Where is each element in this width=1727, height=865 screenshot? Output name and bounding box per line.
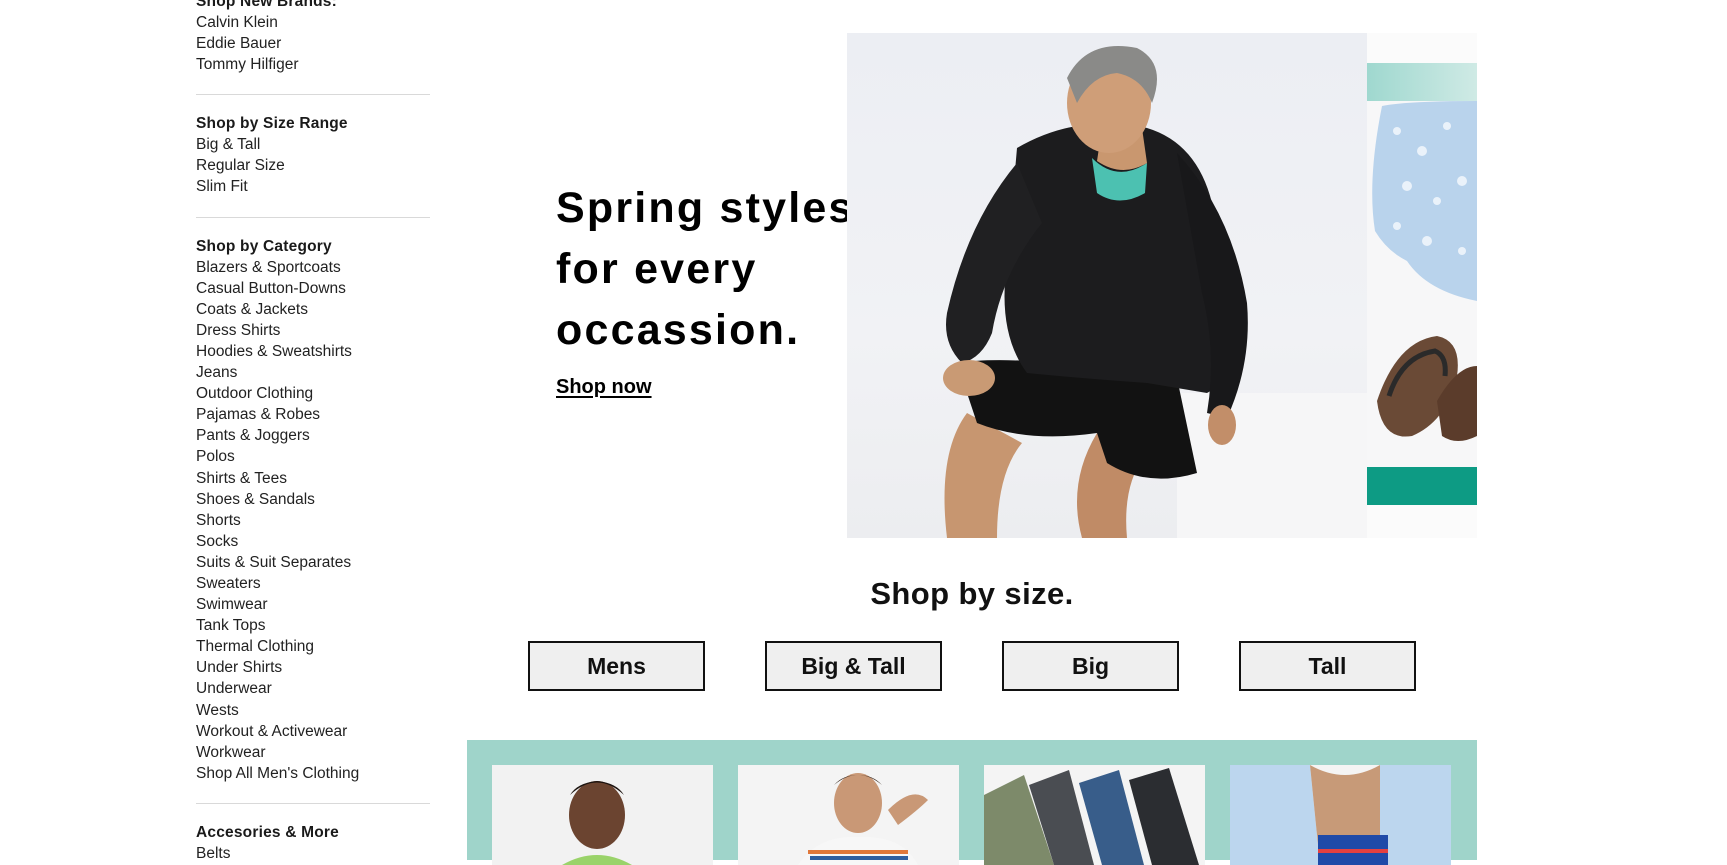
man-smiling-image: [492, 765, 713, 865]
shop-by-size-heading: Shop by size.: [870, 576, 1074, 611]
sidebar: Shop New Brands: Calvin Klein Eddie Baue…: [196, 0, 430, 864]
folded-shorts-image: [984, 765, 1205, 865]
sidebar-size-section: Shop by Size Range Big & Tall Regular Si…: [196, 113, 430, 197]
sidebar-category-link[interactable]: Under Shirts: [196, 657, 430, 678]
man-in-polo-image: [738, 765, 959, 865]
sidebar-size-heading: Shop by Size Range: [196, 115, 348, 133]
sidebar-category-section: Shop by Category Blazers & Sportcoats Cas…: [196, 236, 430, 784]
floral-shirt-illustration: [1372, 101, 1477, 441]
sidebar-link-regular-size[interactable]: Regular Size: [196, 155, 430, 176]
sidebar-category-link[interactable]: Socks: [196, 531, 430, 552]
hero-model-image[interactable]: [847, 33, 1367, 538]
sidebar-link-eddie-bauer[interactable]: Eddie Bauer: [196, 33, 430, 54]
hero-title: Spring styles for every occassion.: [556, 184, 855, 354]
floral-shirt-image: [1367, 101, 1477, 467]
sidebar-divider: [196, 94, 430, 96]
sidebar-category-link[interactable]: Dress Shirts: [196, 320, 430, 341]
sidebar-link-belts[interactable]: Belts: [196, 843, 430, 864]
sidebar-category-heading: Shop by Category: [196, 237, 332, 255]
category-tiles-band: [467, 740, 1477, 865]
hero-secondary-image[interactable]: [1367, 33, 1477, 538]
sidebar-category-link[interactable]: Shorts: [196, 510, 430, 531]
sidebar-category-link[interactable]: Thermal Clothing: [196, 636, 430, 657]
sidebar-category-link[interactable]: Shop All Men's Clothing: [196, 763, 430, 784]
sidebar-category-link[interactable]: Pants & Joggers: [196, 425, 430, 446]
sidebar-link-calvin-klein[interactable]: Calvin Klein: [196, 12, 430, 33]
sidebar-category-link[interactable]: Tank Tops: [196, 615, 430, 636]
sidebar-category-link[interactable]: Coats & Jackets: [196, 299, 430, 320]
sidebar-category-link[interactable]: Shirts & Tees: [196, 468, 430, 489]
sidebar-category-link[interactable]: Jeans: [196, 362, 430, 383]
floral-shirt-swim-image: [1230, 765, 1451, 865]
sidebar-category-link[interactable]: Shoes & Sandals: [196, 489, 430, 510]
category-tile-tees[interactable]: [492, 765, 713, 865]
sidebar-accessories-section: Accesories & More Belts: [196, 822, 430, 864]
size-button-big-tall[interactable]: Big & Tall: [765, 641, 942, 691]
sidebar-link-tommy-hilfiger[interactable]: Tommy Hilfiger: [196, 54, 430, 75]
sidebar-category-link[interactable]: Workwear: [196, 742, 430, 763]
sidebar-category-list: Blazers & Sportcoats Casual Button-Downs C…: [196, 257, 430, 784]
sidebar-category-link[interactable]: Polos: [196, 446, 430, 467]
sidebar-category-link[interactable]: Outdoor Clothing: [196, 383, 430, 404]
sidebar-category-link[interactable]: Underwear: [196, 678, 430, 699]
category-tile-polos[interactable]: [738, 765, 959, 865]
sidebar-link-big-tall[interactable]: Big & Tall: [196, 134, 430, 155]
sidebar-divider: [196, 216, 430, 218]
sidebar-category-link[interactable]: Blazers & Sportcoats: [196, 257, 430, 278]
size-button-big[interactable]: Big: [1002, 641, 1179, 691]
sidebar-category-link[interactable]: Hoodies & Sweatshirts: [196, 341, 430, 362]
size-button-tall[interactable]: Tall: [1239, 641, 1416, 691]
sidebar-accessories-heading: Accesories & More: [196, 823, 339, 841]
sidebar-category-link[interactable]: Sweaters: [196, 573, 430, 594]
sidebar-brands-heading: Shop New Brands:: [196, 0, 337, 10]
category-tile-swimwear[interactable]: [1230, 765, 1451, 865]
sidebar-link-slim-fit[interactable]: Slim Fit: [196, 176, 430, 197]
sidebar-category-link[interactable]: Swimwear: [196, 594, 430, 615]
sidebar-category-link[interactable]: Casual Button-Downs: [196, 278, 430, 299]
hero-banner-text: Spring styles for every occassion. Shop …: [556, 178, 886, 399]
size-button-mens[interactable]: Mens: [528, 641, 705, 691]
teal-stripe: [1367, 63, 1477, 101]
sidebar-category-link[interactable]: Suits & Suit Separates: [196, 552, 430, 573]
sidebar-category-link[interactable]: Workout & Activewear: [196, 721, 430, 742]
category-tile-shorts[interactable]: [984, 765, 1205, 865]
sidebar-category-link[interactable]: Pajamas & Robes: [196, 404, 430, 425]
teal-stripe: [1367, 467, 1477, 505]
sidebar-brands-section: Shop New Brands: Calvin Klein Eddie Baue…: [196, 0, 430, 75]
sidebar-divider: [196, 802, 430, 804]
sidebar-category-link[interactable]: Wests: [196, 700, 430, 721]
hero-shop-now-link[interactable]: Shop now: [556, 376, 652, 399]
seated-man-illustration: [943, 46, 1367, 538]
